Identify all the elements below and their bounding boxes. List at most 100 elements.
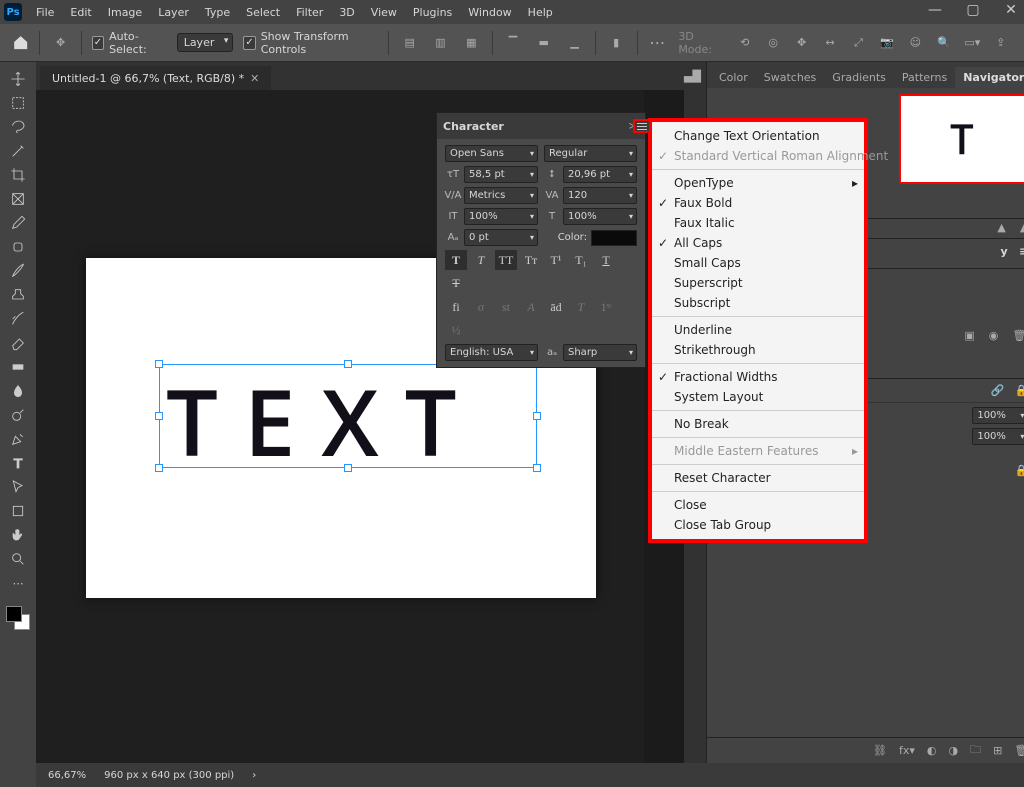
align-center-v-icon[interactable]: ▬ <box>533 31 554 55</box>
character-panel-title[interactable]: Character <box>443 120 504 133</box>
dodge-tool-icon[interactable] <box>4 404 32 426</box>
zoom-level[interactable]: 66,67% <box>48 770 86 781</box>
move-tool-icon[interactable]: ✥ <box>50 31 71 55</box>
menu-item[interactable]: Close <box>652 495 864 515</box>
antialias-dropdown[interactable]: Sharp <box>563 344 637 361</box>
menu-file[interactable]: File <box>28 6 62 19</box>
menu-item[interactable]: Fractional Widths <box>652 367 864 387</box>
menu-item[interactable]: System Layout <box>652 387 864 407</box>
strike-button[interactable]: T <box>445 273 467 293</box>
faux-bold-button[interactable]: T <box>445 250 467 270</box>
tab-gradients[interactable]: Gradients <box>824 67 894 88</box>
menu-item[interactable]: Faux Bold <box>652 193 864 213</box>
window-minimize-icon[interactable]: — <box>928 2 942 18</box>
pen-tool-icon[interactable] <box>4 428 32 450</box>
font-family-dropdown[interactable]: Open Sans <box>445 145 538 162</box>
auto-select-mode-dropdown[interactable]: Layer <box>177 33 234 52</box>
blur-tool-icon[interactable] <box>4 380 32 402</box>
show-transform-checkbox[interactable]: Show Transform Controls <box>243 30 378 56</box>
menu-3d[interactable]: 3D <box>331 6 362 19</box>
transform-handle[interactable] <box>533 464 541 472</box>
transform-handle[interactable] <box>155 360 163 368</box>
stamp-tool-icon[interactable] <box>4 284 32 306</box>
layers-link-icon[interactable]: 🔗 <box>991 384 1005 397</box>
stylistic-alt-button[interactable]: ād <box>545 297 567 317</box>
lasso-tool-icon[interactable] <box>4 116 32 138</box>
move-tool-icon[interactable] <box>4 68 32 90</box>
home-icon[interactable] <box>12 34 29 52</box>
menu-plugins[interactable]: Plugins <box>405 6 460 19</box>
menu-image[interactable]: Image <box>100 6 150 19</box>
tab-swatches[interactable]: Swatches <box>756 67 825 88</box>
allcaps-button[interactable]: TT <box>495 250 517 270</box>
text-color-well[interactable] <box>591 230 637 246</box>
window-maximize-icon[interactable]: ▢ <box>966 2 980 18</box>
menu-item[interactable]: Faux Italic <box>652 213 864 233</box>
path-select-tool-icon[interactable] <box>4 476 32 498</box>
distribute-icon[interactable]: ▮ <box>606 31 627 55</box>
fx-icon[interactable]: fx▾ <box>899 744 915 757</box>
transform-bounds[interactable] <box>159 364 537 468</box>
crop-tool-icon[interactable] <box>4 164 32 186</box>
menu-item[interactable]: Close Tab Group <box>652 515 864 535</box>
frame-tool-icon[interactable] <box>4 188 32 210</box>
color-swatches[interactable] <box>6 606 30 630</box>
align-left-icon[interactable]: ▤ <box>399 31 420 55</box>
font-weight-dropdown[interactable]: Regular <box>544 145 637 162</box>
workspace-icon[interactable]: ▭▾ <box>961 31 983 55</box>
link-layers-icon[interactable]: ⛓ <box>873 744 887 757</box>
language-dropdown[interactable]: English: USA <box>445 344 538 361</box>
layers-lock-icon[interactable]: 🔒 <box>1015 384 1024 397</box>
swash-button[interactable]: A <box>520 297 542 317</box>
doc-dimensions[interactable]: 960 px x 640 px (300 ppi) <box>104 770 234 781</box>
font-size-field[interactable]: 58,5 pt <box>464 166 538 183</box>
menu-item[interactable]: No Break <box>652 414 864 434</box>
transform-handle[interactable] <box>344 464 352 472</box>
delete-layer-icon[interactable]: 🗑 <box>1014 744 1024 757</box>
menu-item[interactable]: OpenType <box>652 173 864 193</box>
tracking-field[interactable]: 120 <box>563 187 637 204</box>
menu-view[interactable]: View <box>363 6 405 19</box>
menu-select[interactable]: Select <box>238 6 288 19</box>
menu-help[interactable]: Help <box>520 6 561 19</box>
zoom-tool-icon[interactable] <box>4 548 32 570</box>
zoom-in-icon[interactable]: ▲ <box>1020 221 1024 236</box>
menu-item[interactable]: Strikethrough <box>652 340 864 360</box>
transform-handle[interactable] <box>155 464 163 472</box>
share-icon[interactable]: ⇪ <box>990 31 1012 55</box>
fill-field[interactable]: 100% <box>972 428 1024 445</box>
status-chevron-icon[interactable]: › <box>252 770 256 781</box>
transform-handle[interactable] <box>155 412 163 420</box>
eyedropper-tool-icon[interactable] <box>4 212 32 234</box>
zoom-out-icon[interactable]: ▲ <box>997 221 1005 236</box>
3d-roll-icon[interactable]: ◎ <box>762 31 784 55</box>
align-right-icon[interactable]: ▦ <box>461 31 482 55</box>
align-center-h-icon[interactable]: ▥ <box>430 31 451 55</box>
align-bottom-icon[interactable]: ▁ <box>564 31 585 55</box>
ligatures-button[interactable]: fi <box>445 297 467 317</box>
3d-zoom-icon[interactable]: ⤢ <box>847 31 869 55</box>
3d-orbit-icon[interactable]: ⟲ <box>734 31 756 55</box>
menu-item[interactable]: Subscript <box>652 293 864 313</box>
menu-edit[interactable]: Edit <box>62 6 99 19</box>
tab-navigator[interactable]: Navigator <box>955 67 1024 88</box>
user-icon[interactable]: ☺ <box>904 31 926 55</box>
align-top-icon[interactable]: ▔ <box>503 31 524 55</box>
history-brush-icon[interactable] <box>4 308 32 330</box>
trash-icon[interactable]: 🗑 <box>1012 329 1024 342</box>
menu-item[interactable]: Small Caps <box>652 253 864 273</box>
adjustment-icon[interactable]: ◑ <box>949 744 959 757</box>
faux-italic-button[interactable]: T <box>470 250 492 270</box>
3d-pan-icon[interactable]: ✥ <box>790 31 812 55</box>
eraser-tool-icon[interactable] <box>4 332 32 354</box>
mask-icon[interactable]: ◐ <box>927 744 937 757</box>
smallcaps-button[interactable]: Tᴛ <box>520 250 542 270</box>
menu-item[interactable]: Underline <box>652 320 864 340</box>
tab-patterns[interactable]: Patterns <box>894 67 955 88</box>
menu-item[interactable]: Change Text Orientation <box>652 126 864 146</box>
subscript-button[interactable]: T₁ <box>570 250 592 270</box>
healing-tool-icon[interactable] <box>4 236 32 258</box>
new-layer-icon[interactable]: ⊞ <box>993 744 1002 757</box>
brush-tool-icon[interactable] <box>4 260 32 282</box>
document-tab[interactable]: Untitled-1 @ 66,7% (Text, RGB/8) * ✕ <box>40 66 271 90</box>
